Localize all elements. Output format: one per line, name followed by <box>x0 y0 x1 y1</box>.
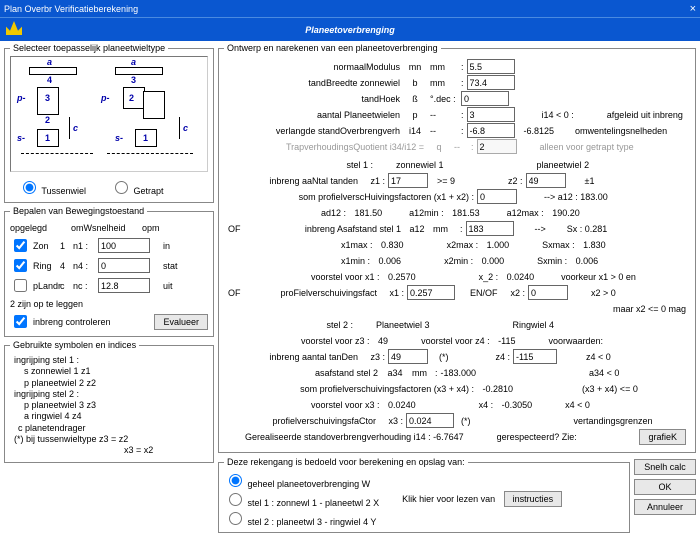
diag-s: s- <box>17 133 25 143</box>
n4-input[interactable] <box>98 258 150 273</box>
i14-input[interactable] <box>467 123 515 138</box>
x3-input[interactable] <box>406 413 454 428</box>
radio-geheel[interactable]: geheel planeetoverbrenging W <box>224 471 370 489</box>
symbols-group: Gebruikte symbolen en indices ingrijping… <box>4 340 214 463</box>
chk-ring[interactable] <box>14 259 27 272</box>
diag-a: a <box>47 57 52 67</box>
titlebar: Plan Overbr Verificatieberekening × <box>0 0 700 17</box>
calc-purpose-group: Deze rekengang is bedoeld voor berekenin… <box>218 457 630 533</box>
snelh-calc-button[interactable]: Snelh calc <box>634 459 696 475</box>
window-title: Plan Overbr Verificatieberekening <box>4 4 138 14</box>
diag-4: 4 <box>47 75 52 85</box>
x1x2-input[interactable] <box>477 189 517 204</box>
q-input <box>477 139 517 154</box>
chk-inbreng-controleren[interactable] <box>14 315 27 328</box>
grafiek-button[interactable]: grafieK <box>639 429 686 445</box>
diag-p: p- <box>17 93 26 103</box>
diag-c2: c <box>183 123 188 133</box>
diag-p2: p- <box>101 93 110 103</box>
x2-input[interactable] <box>528 285 568 300</box>
evalueer-button[interactable]: Evalueer <box>154 314 208 330</box>
design-legend: Ontwerp en narekenen van een planeetover… <box>224 43 441 53</box>
ingr1-label: ingrijping stel 1 : <box>14 355 204 366</box>
ok-button[interactable]: OK <box>634 479 696 495</box>
z4-input[interactable] <box>513 349 557 364</box>
diag-1: 1 <box>45 133 50 143</box>
mn-input[interactable] <box>467 59 515 74</box>
diag-s2: s- <box>115 133 123 143</box>
diag-c: c <box>73 123 78 133</box>
diag-2r: 2 <box>129 93 134 103</box>
annuleer-button[interactable]: Annuleer <box>634 499 696 515</box>
nc-input[interactable] <box>98 278 150 293</box>
n1-input[interactable] <box>98 238 150 253</box>
header: Planeetoverbrenging <box>0 17 700 41</box>
wheel-type-group: Selecteer toepasselijk planeetwieltype a… <box>4 43 214 203</box>
z3-input[interactable] <box>388 349 428 364</box>
radio-stel1[interactable]: stel 1 : zonnewl 1 - planeetwl 2 X <box>224 490 379 508</box>
z1-input[interactable] <box>388 173 428 188</box>
motion-legend: Bepalen van Bewegingstoestand <box>10 206 147 216</box>
instructies-button[interactable]: instructies <box>504 491 563 507</box>
symbols-legend: Gebruikte symbolen en indices <box>10 340 139 350</box>
radio-stel2[interactable]: stel 2 : planeetwl 3 - ringwiel 4 Y <box>224 509 376 527</box>
calc-legend: Deze rekengang is bedoeld voor berekenin… <box>224 457 468 467</box>
crown-icon <box>6 21 22 35</box>
close-icon[interactable]: × <box>690 3 696 15</box>
b-input[interactable] <box>467 75 515 90</box>
diag-1r: 1 <box>143 133 148 143</box>
diag-3: 3 <box>45 93 50 103</box>
diag-2: 2 <box>45 115 50 125</box>
z2-input[interactable] <box>526 173 566 188</box>
gear-diagram: a a 4 3 p- 3 2 2 p- c c s- <box>10 56 208 172</box>
radio-getrapt[interactable]: Getrapt <box>110 178 164 196</box>
ingr2-label: ingrijping stel 2 : <box>14 389 204 400</box>
diag-3r: 3 <box>131 75 136 85</box>
wheel-type-legend: Selecteer toepasselijk planeetwieltype <box>10 43 168 53</box>
radio-tussenwiel[interactable]: Tussenwiel <box>18 178 86 196</box>
beta-input[interactable] <box>461 91 509 106</box>
diag-a2: a <box>131 57 136 67</box>
chk-zon[interactable] <box>14 239 27 252</box>
header-title: Planeetoverbrenging <box>305 25 395 35</box>
x1-input[interactable] <box>407 285 455 300</box>
design-group: Ontwerp en narekenen van een planeetover… <box>218 43 696 453</box>
a12-input[interactable] <box>466 221 514 236</box>
p-input[interactable] <box>467 107 515 122</box>
motion-state-group: Bepalen van Bewegingstoestand opgelegd o… <box>4 206 214 337</box>
chk-plandr[interactable] <box>14 279 27 292</box>
